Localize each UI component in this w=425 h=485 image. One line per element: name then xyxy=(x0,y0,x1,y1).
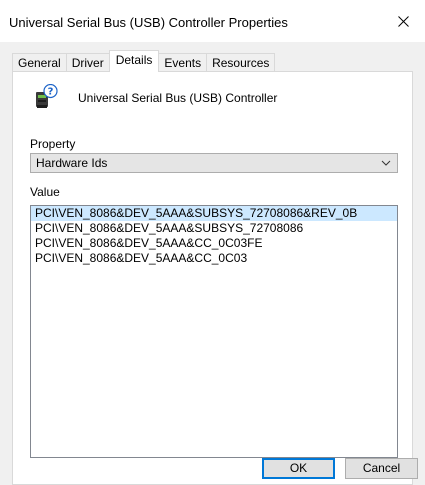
svg-text:?: ? xyxy=(48,87,54,98)
tab-general[interactable]: General xyxy=(12,53,67,72)
dialog-footer: OK Cancel xyxy=(0,447,425,485)
title-bar[interactable]: Universal Serial Bus (USB) Controller Pr… xyxy=(0,0,425,42)
tab-strip: General Driver Details Events Resources xyxy=(12,50,276,72)
chevron-down-icon xyxy=(381,160,391,166)
value-label: Value xyxy=(30,185,60,199)
close-button[interactable] xyxy=(381,0,425,42)
dialog-body: General Driver Details Events Resources … xyxy=(0,42,425,485)
close-icon xyxy=(397,15,409,27)
list-item[interactable]: PCI\VEN_8086&DEV_5AAA&SUBSYS_72708086 xyxy=(31,221,397,236)
list-item[interactable]: PCI\VEN_8086&DEV_5AAA&CC_0C03 xyxy=(31,251,397,266)
value-list[interactable]: PCI\VEN_8086&DEV_5AAA&SUBSYS_72708086&RE… xyxy=(30,205,398,458)
ok-button[interactable]: OK xyxy=(262,458,335,479)
property-label: Property xyxy=(30,137,76,151)
property-selected-value: Hardware Ids xyxy=(36,156,108,170)
properties-dialog: Universal Serial Bus (USB) Controller Pr… xyxy=(0,0,425,485)
list-item[interactable]: PCI\VEN_8086&DEV_5AAA&CC_0C03FE xyxy=(31,236,397,251)
tab-resources[interactable]: Resources xyxy=(206,53,276,72)
list-item[interactable]: PCI\VEN_8086&DEV_5AAA&SUBSYS_72708086&RE… xyxy=(31,206,397,221)
device-name: Universal Serial Bus (USB) Controller xyxy=(78,91,278,105)
tab-details[interactable]: Details xyxy=(108,50,160,72)
details-panel: ? Universal Serial Bus (USB) Controller … xyxy=(12,71,413,485)
cancel-button[interactable]: Cancel xyxy=(345,458,418,479)
property-dropdown[interactable]: Hardware Ids xyxy=(30,153,398,173)
window-title: Universal Serial Bus (USB) Controller Pr… xyxy=(9,15,288,30)
usb-controller-unknown-icon: ? xyxy=(36,84,58,108)
tab-driver[interactable]: Driver xyxy=(65,53,110,72)
tab-events[interactable]: Events xyxy=(158,53,208,72)
